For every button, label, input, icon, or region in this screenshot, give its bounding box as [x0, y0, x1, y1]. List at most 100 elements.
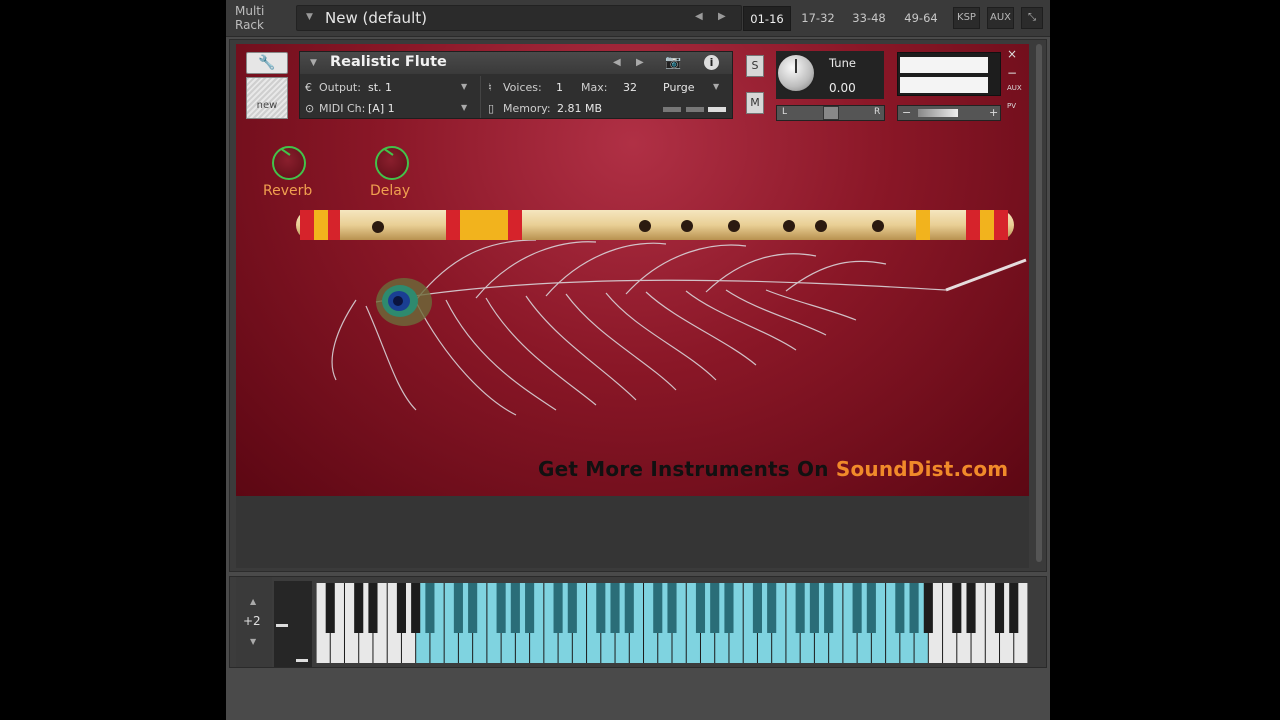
- black-key[interactable]: [994, 583, 1005, 633]
- tune-value[interactable]: 0.00: [829, 81, 856, 95]
- aux-button[interactable]: AUX: [987, 7, 1014, 29]
- tune-knob[interactable]: [776, 53, 816, 93]
- output-dropdown-icon[interactable]: ▼: [461, 82, 467, 91]
- black-key[interactable]: [354, 583, 364, 633]
- info-icon[interactable]: i: [704, 55, 719, 70]
- black-key[interactable]: [667, 583, 677, 633]
- aux-small-button[interactable]: AUX: [1007, 84, 1022, 92]
- rack-dropdown-icon[interactable]: ▼: [306, 12, 313, 22]
- voices-icon: ♮: [488, 81, 492, 94]
- black-key[interactable]: [468, 583, 478, 633]
- delay-knob[interactable]: [375, 146, 409, 180]
- purge-button[interactable]: Purge: [663, 81, 695, 94]
- camera-icon[interactable]: 📷: [665, 55, 681, 70]
- pan-slider[interactable]: L R: [776, 105, 885, 121]
- pitch-wheel[interactable]: [276, 624, 288, 627]
- ksp-button[interactable]: KSP: [953, 7, 980, 29]
- instrument-panel: 🔧 new ▼ Realistic Flute ◀ ▶ 📷 i € Output…: [236, 44, 1029, 496]
- instrument-slot: 🔧 new ▼ Realistic Flute ◀ ▶ 📷 i € Output…: [229, 39, 1047, 572]
- black-key[interactable]: [553, 583, 563, 633]
- black-key[interactable]: [525, 583, 535, 633]
- instrument-name: Realistic Flute: [330, 54, 447, 70]
- black-key[interactable]: [909, 583, 919, 633]
- instrument-next-icon[interactable]: ▶: [636, 57, 644, 68]
- promo-banner[interactable]: Get More Instruments On SoundDist.com: [538, 457, 1008, 481]
- peacock-eye: [376, 278, 432, 326]
- black-key[interactable]: [809, 583, 819, 633]
- black-key[interactable]: [724, 583, 734, 633]
- page-17-32[interactable]: 17-32: [796, 6, 840, 31]
- instrument-prev-icon[interactable]: ◀: [613, 57, 621, 68]
- rack-name-field[interactable]: ▼ New (default) ◀ ▶: [296, 5, 742, 31]
- octave-value: +2: [243, 614, 261, 628]
- black-key[interactable]: [923, 583, 933, 633]
- promo-link[interactable]: SoundDist.com: [836, 457, 1009, 481]
- octave-control: ▲ +2 ▼: [236, 577, 272, 667]
- reverb-knob[interactable]: [272, 146, 306, 180]
- output-meters: [897, 52, 1001, 96]
- black-key[interactable]: [795, 583, 805, 633]
- black-key[interactable]: [752, 583, 762, 633]
- kontakt-window: Multi Rack ▼ New (default) ◀ ▶ 01-16 17-…: [226, 0, 1050, 720]
- instrument-dropdown-icon[interactable]: ▼: [310, 58, 317, 68]
- black-key[interactable]: [411, 583, 421, 633]
- black-keys[interactable]: [325, 583, 1019, 633]
- purge-meter-2: [686, 107, 704, 112]
- black-key[interactable]: [710, 583, 720, 633]
- meter-right: [900, 77, 988, 93]
- close-icon[interactable]: ×: [1007, 47, 1017, 61]
- collapse-icon[interactable]: −: [1007, 66, 1017, 80]
- black-key[interactable]: [767, 583, 777, 633]
- purge-dropdown-icon[interactable]: ▼: [713, 82, 719, 91]
- black-key[interactable]: [1009, 583, 1019, 633]
- mod-wheel[interactable]: [296, 659, 308, 662]
- reverb-knob-indicator: [281, 148, 291, 156]
- black-key[interactable]: [425, 583, 435, 633]
- black-key[interactable]: [866, 583, 876, 633]
- black-key[interactable]: [610, 583, 620, 633]
- page-01-16[interactable]: 01-16: [743, 6, 791, 31]
- new-snapshot-button[interactable]: new: [246, 77, 288, 119]
- minimize-icon[interactable]: ⤡: [1021, 7, 1043, 29]
- black-key[interactable]: [496, 583, 506, 633]
- wrench-icon[interactable]: 🔧: [246, 52, 288, 74]
- rack-prev-icon[interactable]: ◀: [695, 11, 703, 22]
- solo-button[interactable]: S: [746, 55, 764, 77]
- black-key[interactable]: [567, 583, 577, 633]
- rack-scrollbar[interactable]: [1036, 44, 1042, 562]
- tune-knob-indicator: [795, 59, 797, 73]
- black-key[interactable]: [852, 583, 862, 633]
- octave-down-icon[interactable]: ▼: [250, 637, 256, 646]
- black-key[interactable]: [653, 583, 663, 633]
- black-key[interactable]: [325, 583, 335, 633]
- black-key[interactable]: [510, 583, 520, 633]
- voices-label: Voices:: [503, 81, 542, 94]
- octave-up-icon[interactable]: ▲: [250, 597, 256, 606]
- black-key[interactable]: [695, 583, 706, 633]
- pv-button[interactable]: PV: [1007, 102, 1016, 110]
- piano-keys[interactable]: [316, 583, 1028, 663]
- multi-rack-label: Multi Rack: [235, 4, 264, 32]
- volume-minus[interactable]: −: [902, 106, 911, 119]
- midi-channel-value[interactable]: [A] 1: [368, 102, 395, 115]
- black-key[interactable]: [596, 583, 606, 633]
- output-value[interactable]: st. 1: [368, 81, 392, 94]
- volume-slider[interactable]: − +: [897, 105, 1001, 121]
- black-key[interactable]: [966, 583, 976, 633]
- rack-next-icon[interactable]: ▶: [718, 11, 726, 22]
- black-key[interactable]: [396, 583, 406, 633]
- pan-handle[interactable]: [823, 106, 839, 120]
- page-49-64[interactable]: 49-64: [898, 6, 944, 31]
- black-key[interactable]: [453, 583, 463, 633]
- black-key[interactable]: [895, 583, 905, 633]
- volume-plus[interactable]: +: [989, 106, 998, 119]
- midi-dropdown-icon[interactable]: ▼: [461, 103, 467, 112]
- black-key[interactable]: [624, 583, 634, 633]
- black-key[interactable]: [368, 583, 378, 633]
- multi-rack-line1: Multi: [235, 4, 265, 18]
- max-voices-value[interactable]: 32: [623, 81, 637, 94]
- mute-button[interactable]: M: [746, 92, 764, 114]
- black-key[interactable]: [952, 583, 962, 633]
- page-33-48[interactable]: 33-48: [846, 6, 892, 31]
- black-key[interactable]: [824, 583, 834, 633]
